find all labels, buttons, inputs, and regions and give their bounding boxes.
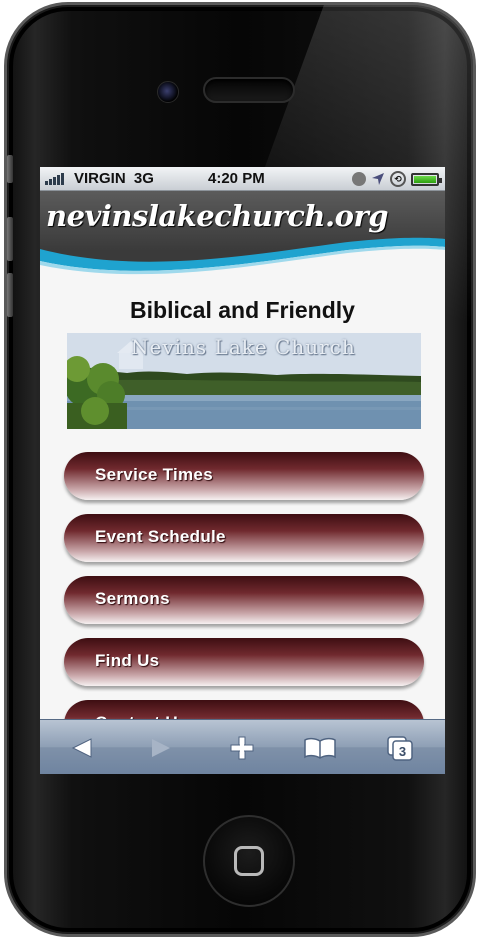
- location-arrow-icon: [371, 172, 385, 186]
- rotation-lock-icon: ⟲: [390, 171, 406, 187]
- find-us-button[interactable]: Find Us: [64, 638, 424, 686]
- tabs-button[interactable]: 3: [380, 730, 420, 766]
- site-header: nevinslakechurch.org: [40, 191, 445, 277]
- activity-indicator-icon: [352, 172, 366, 186]
- header-wave-graphic: [40, 237, 445, 277]
- site-title[interactable]: nevinslakechurch.org: [46, 199, 389, 233]
- browser-toolbar: 3: [40, 719, 445, 774]
- event-schedule-button[interactable]: Event Schedule: [64, 514, 424, 562]
- service-times-button[interactable]: Service Times: [64, 452, 424, 500]
- screen: VIRGIN 3G 4:20 PM ⟲ nevinslakechurch.org…: [40, 167, 445, 774]
- tabs-count: 3: [399, 744, 406, 759]
- tabs-icon: 3: [387, 736, 413, 761]
- volume-up-button: [7, 217, 13, 261]
- network-type: 3G: [133, 170, 154, 187]
- church-banner-image: Nevins Lake Church: [67, 333, 421, 429]
- add-button[interactable]: [222, 730, 262, 766]
- page-tagline: Biblical and Friendly: [130, 297, 355, 323]
- carrier-name: VIRGIN: [74, 170, 126, 187]
- banner-caption: Nevins Lake Church: [131, 335, 356, 359]
- bookmarks-button[interactable]: [300, 730, 340, 766]
- mute-switch: [7, 155, 13, 183]
- front-camera: [157, 81, 179, 103]
- signal-bars-icon: [45, 173, 64, 185]
- forward-button[interactable]: [141, 730, 181, 766]
- back-button[interactable]: [62, 730, 102, 766]
- sermons-button[interactable]: Sermons: [64, 576, 424, 624]
- home-square-icon: [234, 846, 264, 876]
- back-icon: [71, 738, 92, 758]
- forward-icon: [152, 739, 170, 757]
- status-time: 4:20 PM: [208, 170, 265, 187]
- status-bar: VIRGIN 3G 4:20 PM ⟲: [40, 167, 445, 191]
- volume-down-button: [7, 273, 13, 317]
- earpiece-speaker: [203, 77, 295, 103]
- bookmarks-icon: [304, 737, 336, 759]
- carrier-label: VIRGIN 3G: [74, 170, 154, 187]
- battery-icon: [411, 172, 442, 186]
- add-icon: [230, 736, 254, 760]
- home-button[interactable]: [203, 815, 295, 907]
